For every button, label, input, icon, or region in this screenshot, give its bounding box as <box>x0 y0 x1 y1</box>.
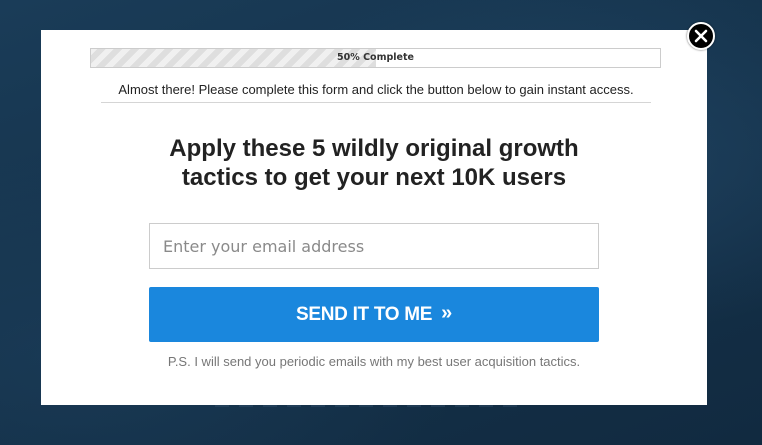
instruction-text: Almost there! Please complete this form … <box>101 80 651 103</box>
headline-line-2: tactics to get your next 10K users <box>181 164 567 191</box>
send-it-to-me-button[interactable]: SEND IT TO ME » <box>149 287 599 342</box>
email-input[interactable] <box>149 223 599 269</box>
headline: Apply these 5 wildly original growth tac… <box>141 134 607 192</box>
headline-line-1: Apply these 5 wildly original growth <box>169 135 579 162</box>
double-chevron-right-icon: » <box>441 302 452 324</box>
progress-bar: 50% Complete <box>90 48 661 68</box>
ps-note: P.S. I will send you periodic emails wit… <box>167 354 581 369</box>
close-button[interactable] <box>687 22 715 50</box>
send-button-label: SEND IT TO ME <box>296 303 433 325</box>
close-icon <box>694 29 708 43</box>
progress-label: 50% Complete <box>337 52 414 63</box>
optin-modal: 50% Complete Almost there! Please comple… <box>41 30 707 405</box>
